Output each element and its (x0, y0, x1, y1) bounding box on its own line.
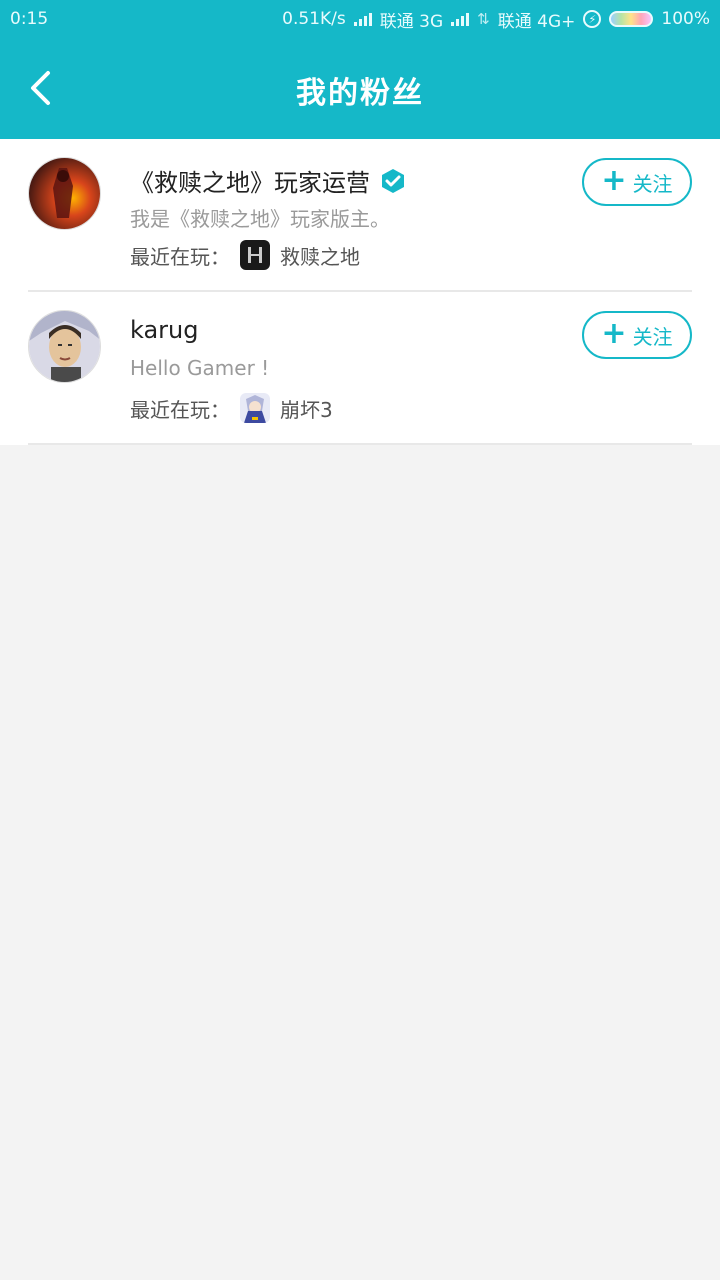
plus-icon: + (601, 315, 627, 351)
fan-name-text: karug (130, 316, 199, 344)
list-item[interactable]: 《救赎之地》玩家运营 我是《救赎之地》玩家版主。 最近在玩： 救赎之地 + 关注 (28, 139, 692, 292)
follow-button[interactable]: + 关注 (582, 158, 692, 206)
fan-signature: Hello Gamer ! (130, 356, 270, 380)
signal-icon (353, 12, 372, 26)
battery-level: 100% (661, 9, 710, 29)
list-item[interactable]: karug Hello Gamer ! 最近在玩： 崩坏3 + 关注 (28, 292, 692, 445)
status-time: 0:15 (10, 9, 49, 29)
follow-label: 关注 (632, 171, 673, 196)
verified-icon (382, 168, 404, 193)
fans-list: 《救赎之地》玩家运营 我是《救赎之地》玩家版主。 最近在玩： 救赎之地 + 关注 (0, 139, 720, 445)
data-arrows-icon: ⇅ (477, 10, 490, 28)
follow-button[interactable]: + 关注 (582, 311, 692, 359)
plus-icon: + (601, 162, 627, 198)
avatar[interactable] (28, 157, 101, 230)
recent-label: 最近在玩： (130, 244, 230, 269)
network-speed: 0.51K/s (282, 9, 346, 29)
battery-icon (609, 11, 654, 27)
status-bar: 0:15 0.51K/s 联通 3G ⇅ 联通 4G+ ⚡ 100% (0, 0, 720, 38)
fan-signature: 我是《救赎之地》玩家版主。 (130, 207, 390, 231)
app-bar: 我的粉丝 (0, 38, 720, 139)
status-right: 0.51K/s 联通 3G ⇅ 联通 4G+ ⚡ 100% (282, 7, 710, 32)
charging-icon: ⚡ (583, 10, 602, 28)
recent-playing: 最近在玩： 崩坏3 (130, 393, 333, 423)
signal-icon (451, 12, 470, 26)
recent-label: 最近在玩： (130, 397, 230, 422)
fan-name[interactable]: karug (130, 316, 199, 344)
fan-name[interactable]: 《救赎之地》玩家运营 (130, 163, 406, 198)
recent-playing: 最近在玩： 救赎之地 (130, 240, 360, 270)
fan-name-text: 《救赎之地》玩家运营 (130, 169, 370, 197)
page-title: 我的粉丝 (296, 76, 424, 111)
follow-label: 关注 (632, 324, 673, 349)
game-name[interactable]: 救赎之地 (280, 241, 360, 270)
game-name[interactable]: 崩坏3 (280, 394, 333, 423)
avatar[interactable] (28, 310, 101, 383)
game-icon[interactable] (240, 393, 270, 423)
game-icon[interactable] (240, 240, 270, 270)
carrier-1: 联通 3G (379, 11, 444, 32)
carrier-2: 联通 4G+ (497, 11, 576, 32)
